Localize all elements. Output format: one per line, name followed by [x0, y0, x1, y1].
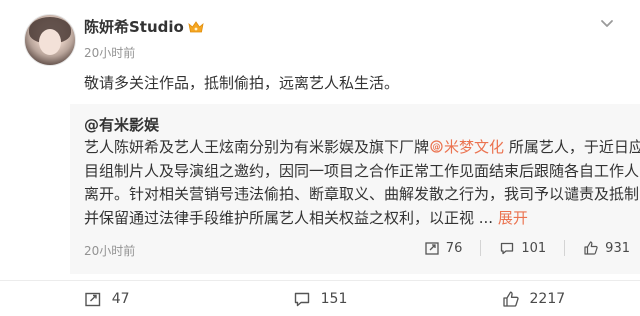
thumbs-up-icon — [502, 290, 520, 308]
post-time[interactable]: 20小时前 — [84, 44, 135, 61]
author-row: 陈妍希Studio — [84, 16, 204, 37]
forward-icon — [424, 240, 440, 256]
crown-icon — [188, 20, 204, 34]
thumbs-up-icon — [583, 240, 599, 256]
repost-like-count: 931 — [605, 240, 630, 256]
divider — [480, 240, 482, 256]
svg-text:@: @ — [433, 142, 441, 151]
repost-comment-button[interactable]: 101 — [499, 240, 546, 256]
link-icon: @ — [430, 140, 443, 153]
repost-author[interactable]: @有米影娱 — [84, 114, 159, 135]
repost-time[interactable]: 20小时前 — [84, 242, 135, 259]
repost-forward-button[interactable]: 76 — [424, 240, 463, 256]
comment-count: 151 — [320, 291, 348, 307]
repost-text-segment: 艺人陈妍希及艺人王炫南分别为有米影娱及旗下厂牌 — [84, 138, 430, 156]
repost-body: 艺人陈妍希及艺人王炫南分别为有米影娱及旗下厂牌@米梦文化 所属艺人，于近日应节 … — [84, 136, 640, 231]
expand-link[interactable]: 展开 — [498, 209, 528, 227]
post-footer-actions: 47 151 2217 — [0, 280, 640, 316]
forward-button[interactable]: 47 — [0, 290, 213, 308]
reposted-content[interactable]: @有米影娱 艺人陈妍希及艺人王炫南分别为有米影娱及旗下厂牌 @ 米梦文化 所属艺人，… — [70, 104, 640, 274]
author-name[interactable]: 陈妍希Studio — [84, 16, 184, 37]
avatar-face — [39, 29, 61, 55]
comment-icon — [499, 240, 515, 256]
repost-like-button[interactable]: 931 — [583, 240, 630, 256]
avatar[interactable] — [24, 14, 76, 66]
weibo-post-card: 陈妍希Studio 20小时前 敬请多关注作品，抵制偷拍，远离艺人私生活。 @有… — [0, 0, 640, 316]
chevron-down-icon[interactable] — [598, 14, 616, 32]
repost-text-segment: 并保留通过法律手段维护所属艺人相关权益之权利，以正视 ... — [84, 208, 494, 227]
comment-button[interactable]: 151 — [213, 290, 426, 308]
repost-forward-count: 76 — [445, 240, 463, 256]
repost-line-1: 艺人陈妍希及艺人王炫南分别为有米影娱及旗下厂牌@米梦文化 所属艺人，于近日应节 — [84, 136, 640, 160]
repost-line-2: 目组制片人及导演组之邀约，因同一项目之合作正常工作见面结束后跟随各自工作人员 — [84, 161, 640, 180]
brand-link[interactable]: 米梦文化 — [444, 138, 504, 156]
repost-line-3: 离开。针对相关营销号违法偷拍、断章取义、曲解发散之行为，我司予以谴责及抵制， — [84, 185, 640, 203]
divider — [564, 240, 566, 256]
comment-icon — [293, 290, 311, 308]
forward-count: 47 — [111, 291, 130, 307]
repost-line-4: 并保留通过法律手段维护所属艺人相关权益之权利，以正视 ... 展开 — [84, 207, 624, 231]
post-text: 敬请多关注作品，抵制偷拍，远离艺人私生活。 — [84, 74, 400, 92]
repost-comment-count: 101 — [521, 240, 547, 256]
repost-actions: 76 101 931 — [424, 240, 630, 256]
repost-text-segment: 所属艺人，于近日应节 — [508, 138, 640, 156]
forward-icon — [84, 290, 102, 308]
like-count: 2217 — [529, 291, 566, 307]
like-button[interactable]: 2217 — [427, 290, 640, 308]
